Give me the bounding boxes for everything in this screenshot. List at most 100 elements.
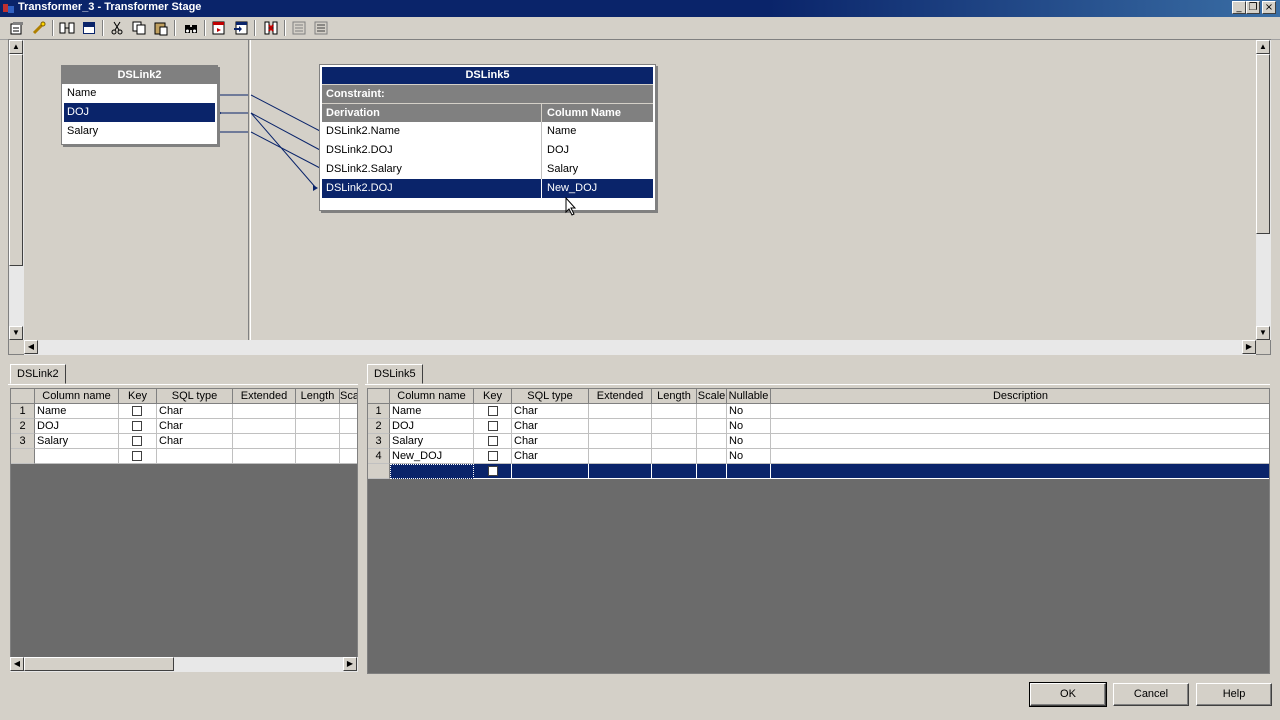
- table-row[interactable]: 2 DOJ Char: [11, 419, 357, 434]
- column-name-cell[interactable]: Salary: [35, 434, 119, 449]
- sql-type-cell[interactable]: [157, 449, 233, 464]
- constraint-label[interactable]: Constraint:: [322, 84, 653, 103]
- nullable-cell[interactable]: No: [727, 404, 771, 419]
- column-name-cell[interactable]: Name: [35, 404, 119, 419]
- extended-cell[interactable]: [589, 404, 652, 419]
- length-cell[interactable]: [652, 419, 697, 434]
- scale-cell[interactable]: [340, 419, 357, 434]
- tab-dslink2[interactable]: DSLink2: [10, 364, 66, 384]
- help-button[interactable]: Help: [1196, 683, 1272, 706]
- column-name-header[interactable]: Column Name: [543, 104, 653, 122]
- key-cell[interactable]: [474, 449, 512, 464]
- column-name-cell[interactable]: Salary: [390, 434, 474, 449]
- length-cell[interactable]: [296, 449, 340, 464]
- table-row[interactable]: 3 Salary Char: [11, 434, 357, 449]
- length-cell[interactable]: [652, 449, 697, 464]
- key-checkbox[interactable]: [132, 406, 142, 416]
- table-row[interactable]: 1 Name Char No: [368, 404, 1269, 419]
- key-checkbox[interactable]: [488, 406, 498, 416]
- key-checkbox[interactable]: [488, 421, 498, 431]
- scale-cell[interactable]: [697, 404, 727, 419]
- col-header-length[interactable]: Length: [296, 389, 340, 404]
- derivation-row[interactable]: DSLink2.DOJ DOJ: [322, 141, 653, 160]
- description-cell[interactable]: [771, 464, 1269, 479]
- length-cell[interactable]: [652, 464, 697, 479]
- column-name-cell[interactable]: [35, 449, 119, 464]
- col-header-column-name[interactable]: Column name: [390, 389, 474, 404]
- nullable-cell[interactable]: No: [727, 419, 771, 434]
- row-number[interactable]: 1: [368, 404, 390, 419]
- row-number[interactable]: 2: [368, 419, 390, 434]
- key-checkbox[interactable]: [132, 451, 142, 461]
- extended-cell[interactable]: [233, 404, 296, 419]
- col-header-key[interactable]: Key: [474, 389, 512, 404]
- col-header-key[interactable]: Key: [119, 389, 157, 404]
- col-header-scale[interactable]: Sca: [340, 389, 357, 404]
- table-row-new[interactable]: [11, 449, 357, 464]
- description-cell[interactable]: [771, 449, 1269, 464]
- input-link-dslink2[interactable]: DSLink2 Name DOJ Salary: [61, 65, 218, 145]
- column-name-cell[interactable]: New_DOJ: [390, 449, 474, 464]
- left-grid-horizontal-scrollbar[interactable]: ◀ ▶: [10, 657, 358, 672]
- column-name-cell[interactable]: DOJ: [35, 419, 119, 434]
- key-cell[interactable]: [119, 449, 157, 464]
- key-cell[interactable]: [474, 404, 512, 419]
- derivation-row[interactable]: DSLink2.Salary Salary: [322, 160, 653, 179]
- key-cell[interactable]: [474, 434, 512, 449]
- input-column-doj[interactable]: DOJ: [64, 103, 215, 122]
- row-number[interactable]: 4: [368, 449, 390, 464]
- table-row[interactable]: 2 DOJ Char No: [368, 419, 1269, 434]
- derivation-header[interactable]: Derivation: [322, 104, 542, 122]
- row-number[interactable]: 2: [11, 419, 35, 434]
- scale-cell[interactable]: [340, 434, 357, 449]
- sql-type-cell[interactable]: Char: [157, 419, 233, 434]
- derivation-cell[interactable]: DSLink2.Salary: [322, 160, 542, 179]
- col-header-description[interactable]: Description: [771, 389, 1269, 404]
- sql-type-cell[interactable]: Char: [157, 434, 233, 449]
- nullable-cell[interactable]: [727, 464, 771, 479]
- extended-cell[interactable]: [233, 449, 296, 464]
- scale-cell[interactable]: [697, 449, 727, 464]
- length-cell[interactable]: [652, 434, 697, 449]
- col-header-length[interactable]: Length: [652, 389, 697, 404]
- length-cell[interactable]: [296, 419, 340, 434]
- sql-type-cell[interactable]: Char: [512, 419, 589, 434]
- column-name-cell[interactable]: DOJ: [543, 141, 653, 160]
- right-columns-grid[interactable]: Column name Key SQL type Extended Length…: [367, 388, 1270, 674]
- key-cell[interactable]: [474, 419, 512, 434]
- sql-type-cell[interactable]: [512, 464, 589, 479]
- derivation-cell[interactable]: DSLink2.Name: [322, 122, 542, 141]
- row-number[interactable]: [11, 449, 35, 464]
- length-cell[interactable]: [296, 434, 340, 449]
- row-number[interactable]: [368, 464, 390, 479]
- cancel-button[interactable]: Cancel: [1113, 683, 1189, 706]
- row-number[interactable]: 3: [368, 434, 390, 449]
- scroll-left-icon[interactable]: ◀: [10, 657, 24, 671]
- key-checkbox[interactable]: [488, 466, 498, 476]
- key-checkbox[interactable]: [132, 421, 142, 431]
- scale-cell[interactable]: [340, 404, 357, 419]
- length-cell[interactable]: [296, 404, 340, 419]
- key-cell[interactable]: [119, 404, 157, 419]
- description-cell[interactable]: [771, 419, 1269, 434]
- tab-dslink5[interactable]: DSLink5: [367, 364, 423, 384]
- input-column-name[interactable]: Name: [62, 84, 217, 103]
- ok-button[interactable]: OK: [1029, 682, 1107, 707]
- left-columns-grid[interactable]: Column name Key SQL type Extended Length…: [10, 388, 358, 660]
- sql-type-cell[interactable]: Char: [512, 434, 589, 449]
- table-row[interactable]: 4 New_DOJ Char No: [368, 449, 1269, 464]
- col-header-scale[interactable]: Scale: [697, 389, 727, 404]
- key-cell[interactable]: [119, 419, 157, 434]
- extended-cell[interactable]: [233, 434, 296, 449]
- sql-type-cell[interactable]: Char: [512, 404, 589, 419]
- table-row[interactable]: 1 Name Char: [11, 404, 357, 419]
- derivation-row-selected[interactable]: DSLink2.DOJ New_DOJ: [322, 179, 653, 198]
- row-number[interactable]: 1: [11, 404, 35, 419]
- column-name-cell[interactable]: Name: [543, 122, 653, 141]
- key-cell[interactable]: [474, 464, 512, 479]
- row-number[interactable]: 3: [11, 434, 35, 449]
- col-header-sql-type[interactable]: SQL type: [157, 389, 233, 404]
- col-header-sql-type[interactable]: SQL type: [512, 389, 589, 404]
- scroll-right-icon[interactable]: ▶: [343, 657, 357, 671]
- description-cell[interactable]: [771, 434, 1269, 449]
